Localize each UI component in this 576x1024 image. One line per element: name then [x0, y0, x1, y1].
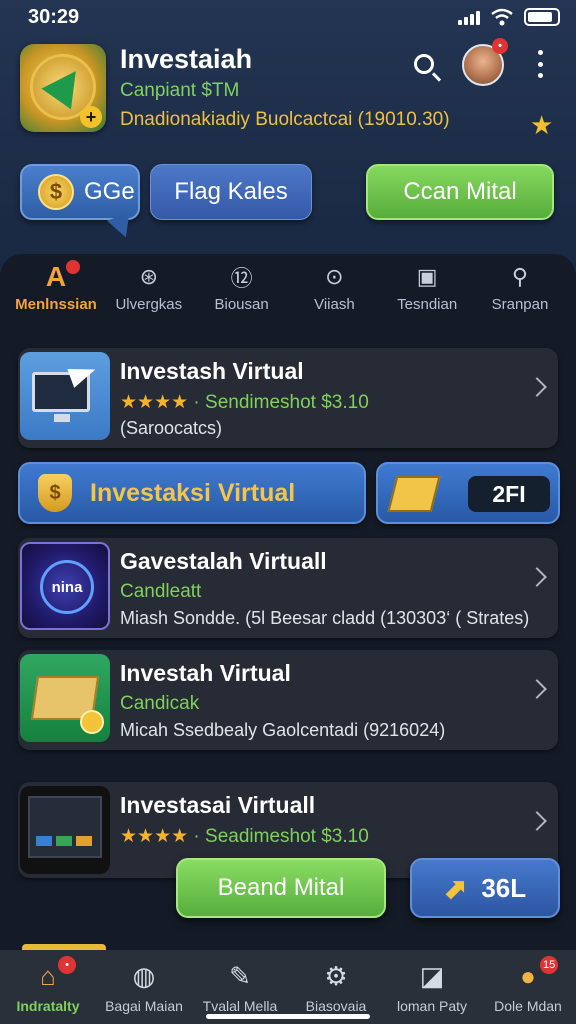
- item-title: Gavestalah Virtuall: [120, 548, 327, 574]
- tab-label: Menlnssian: [15, 296, 97, 313]
- chevron-right-icon: [527, 377, 547, 397]
- nav-badge: 15: [540, 956, 559, 974]
- nav-label: Bagai Maian: [105, 998, 183, 1014]
- item-rating: ★★★★ · Seadimeshot $3.10: [120, 825, 369, 848]
- beand-mital-button[interactable]: Beand Mital: [176, 858, 386, 918]
- dial-icon: ⊛: [139, 264, 159, 289]
- nav-label: Indratalty: [16, 998, 80, 1014]
- list-item[interactable]: Investah Virtual Candicak Micah Ssedbeal…: [18, 650, 558, 750]
- coin-icon: $: [38, 174, 74, 210]
- cash-box-thumbnail: [20, 654, 110, 742]
- item-category: Candleatt: [120, 581, 202, 602]
- ge-button-label: GGe: [84, 178, 135, 205]
- search-icon: [414, 54, 434, 74]
- tab-label: Biousan: [214, 296, 269, 313]
- app-logo: +: [20, 44, 106, 132]
- signal-icon: [458, 9, 480, 25]
- nav-biasovaia[interactable]: ⚙ Biasovaia: [288, 960, 384, 1015]
- shield-coin-icon: $: [38, 474, 72, 512]
- scan-button[interactable]: Ccan Mital: [366, 164, 554, 220]
- chevron-right-icon: [527, 679, 547, 699]
- avatar-badge: •: [492, 38, 508, 54]
- tab-badge: [66, 260, 80, 274]
- score-value: 36L: [481, 872, 527, 903]
- chevron-right-icon: [527, 811, 547, 831]
- item-price: $3.10: [321, 826, 369, 847]
- item-title: Investah Virtual: [120, 660, 291, 686]
- nav-label: Dole Mdan: [494, 998, 562, 1014]
- nav-label: Tvalal Mella: [202, 998, 278, 1014]
- tab-label: Viiash: [314, 296, 355, 313]
- nav-label: loman Paty: [396, 998, 468, 1014]
- tab-label: Sranpan: [491, 296, 549, 313]
- status-icons: [458, 8, 560, 26]
- tablet-thumbnail: [20, 786, 110, 874]
- nav-bagai-maian[interactable]: ◍ Bagai Maian: [96, 960, 192, 1015]
- count-chip: 2FI: [468, 476, 550, 512]
- item-title: Investasai Virtuall: [120, 792, 316, 818]
- monitor-thumbnail: [20, 352, 110, 440]
- edit-icon: ✎: [229, 960, 251, 991]
- home-indicator: [206, 1014, 370, 1019]
- flag-kales-button[interactable]: Flag Kales: [150, 164, 312, 220]
- rating-stars: ★★★★: [120, 826, 189, 847]
- ge-button[interactable]: $ GGe: [20, 164, 140, 220]
- nav-badge: •: [58, 956, 76, 974]
- app-description: Dnadionakiadiy Buolcactcai (19010.30): [120, 109, 450, 130]
- list-item[interactable]: nina Gavestalah Virtuall Candleatt Miash…: [18, 538, 558, 638]
- nav-dole-mdan[interactable]: ● 15 Dole Mdan: [480, 956, 576, 1014]
- status-time: 30:29: [28, 6, 80, 28]
- item-subtext: Micah Ssedbealy Gaolcentadi (9216024): [120, 720, 446, 740]
- search-button[interactable]: [404, 44, 444, 84]
- item-rating: ★★★★ · Sendimeshot $3.10: [120, 391, 369, 414]
- up-arrow-icon: ⬈: [443, 872, 468, 904]
- score-button[interactable]: ⬈ 36L: [410, 858, 560, 918]
- app-subtitle: Canpiant $TM: [120, 80, 240, 101]
- item-title: Investash Virtual: [120, 358, 304, 384]
- nina-logo-text: nina: [40, 560, 94, 614]
- star-icon: ★: [530, 110, 554, 140]
- chevron-right-icon: [527, 567, 547, 587]
- wifi-icon: [491, 8, 513, 26]
- investaksi-virtual-button[interactable]: $ Investaksi Virtual: [18, 462, 366, 524]
- document-icon: ▣: [416, 264, 438, 289]
- cash-counter-button[interactable]: 2FI: [376, 462, 560, 524]
- nina-thumbnail: nina: [20, 542, 110, 630]
- nav-tvalal-mella[interactable]: ✎ Tvalal Mella: [192, 960, 288, 1015]
- tab-label: Tesndian: [397, 296, 458, 313]
- person-icon: ⚲: [511, 264, 529, 289]
- item-category: Candicak: [120, 693, 200, 714]
- tab-tesndian[interactable]: ▣ Tesndian: [381, 262, 473, 326]
- tab-menlnssian[interactable]: A Menlnssian: [10, 260, 102, 326]
- item-subtext: (Saroocatcs): [120, 418, 223, 438]
- wide-button-label: Investaksi Virtual: [90, 478, 296, 507]
- chart-icon: ◪: [419, 960, 445, 991]
- category-tabs: A Menlnssian ⊛ Ulvergkas ⑫ Biousan ⊙ Vii…: [10, 260, 566, 326]
- item-subtext: Miash Sondde. (5l Beesar cladd (130303‘ …: [120, 608, 530, 628]
- number-icon: ⑫: [230, 266, 253, 291]
- tab-ulvergkas[interactable]: ⊛ Ulvergkas: [103, 262, 195, 326]
- tab-sranpan[interactable]: ⚲ Sranpan: [474, 262, 566, 326]
- tab-label: Ulvergkas: [115, 296, 183, 313]
- search-circle-icon: ⊙: [325, 264, 344, 289]
- rating-stars: ★★★★: [120, 392, 189, 413]
- battery-icon: [524, 8, 560, 26]
- app-title: Investaiah: [120, 44, 253, 74]
- more-options-button[interactable]: [530, 46, 550, 82]
- rating-text: · Seadimeshot: [188, 826, 316, 847]
- tab-biousan[interactable]: ⑫ Biousan: [196, 262, 288, 326]
- nav-label: Biasovaia: [305, 998, 367, 1014]
- globe-icon: ◍: [132, 960, 156, 991]
- nav-loman-paty[interactable]: ◪ loman Paty: [384, 960, 480, 1015]
- tab-viiash[interactable]: ⊙ Viiash: [288, 262, 380, 326]
- list-item[interactable]: Investash Virtual ★★★★ · Sendimeshot $3.…: [18, 348, 558, 448]
- rating-text: · Sendimeshot: [188, 392, 316, 413]
- nav-home[interactable]: ⌂ • Indratalty: [0, 956, 96, 1014]
- bottom-nav: ⌂ • Indratalty ◍ Bagai Maian ✎ Tvalal Me…: [0, 950, 576, 1024]
- cash-icon: [387, 476, 441, 512]
- gear-icon: ⚙: [324, 960, 348, 991]
- item-price: $3.10: [321, 392, 369, 413]
